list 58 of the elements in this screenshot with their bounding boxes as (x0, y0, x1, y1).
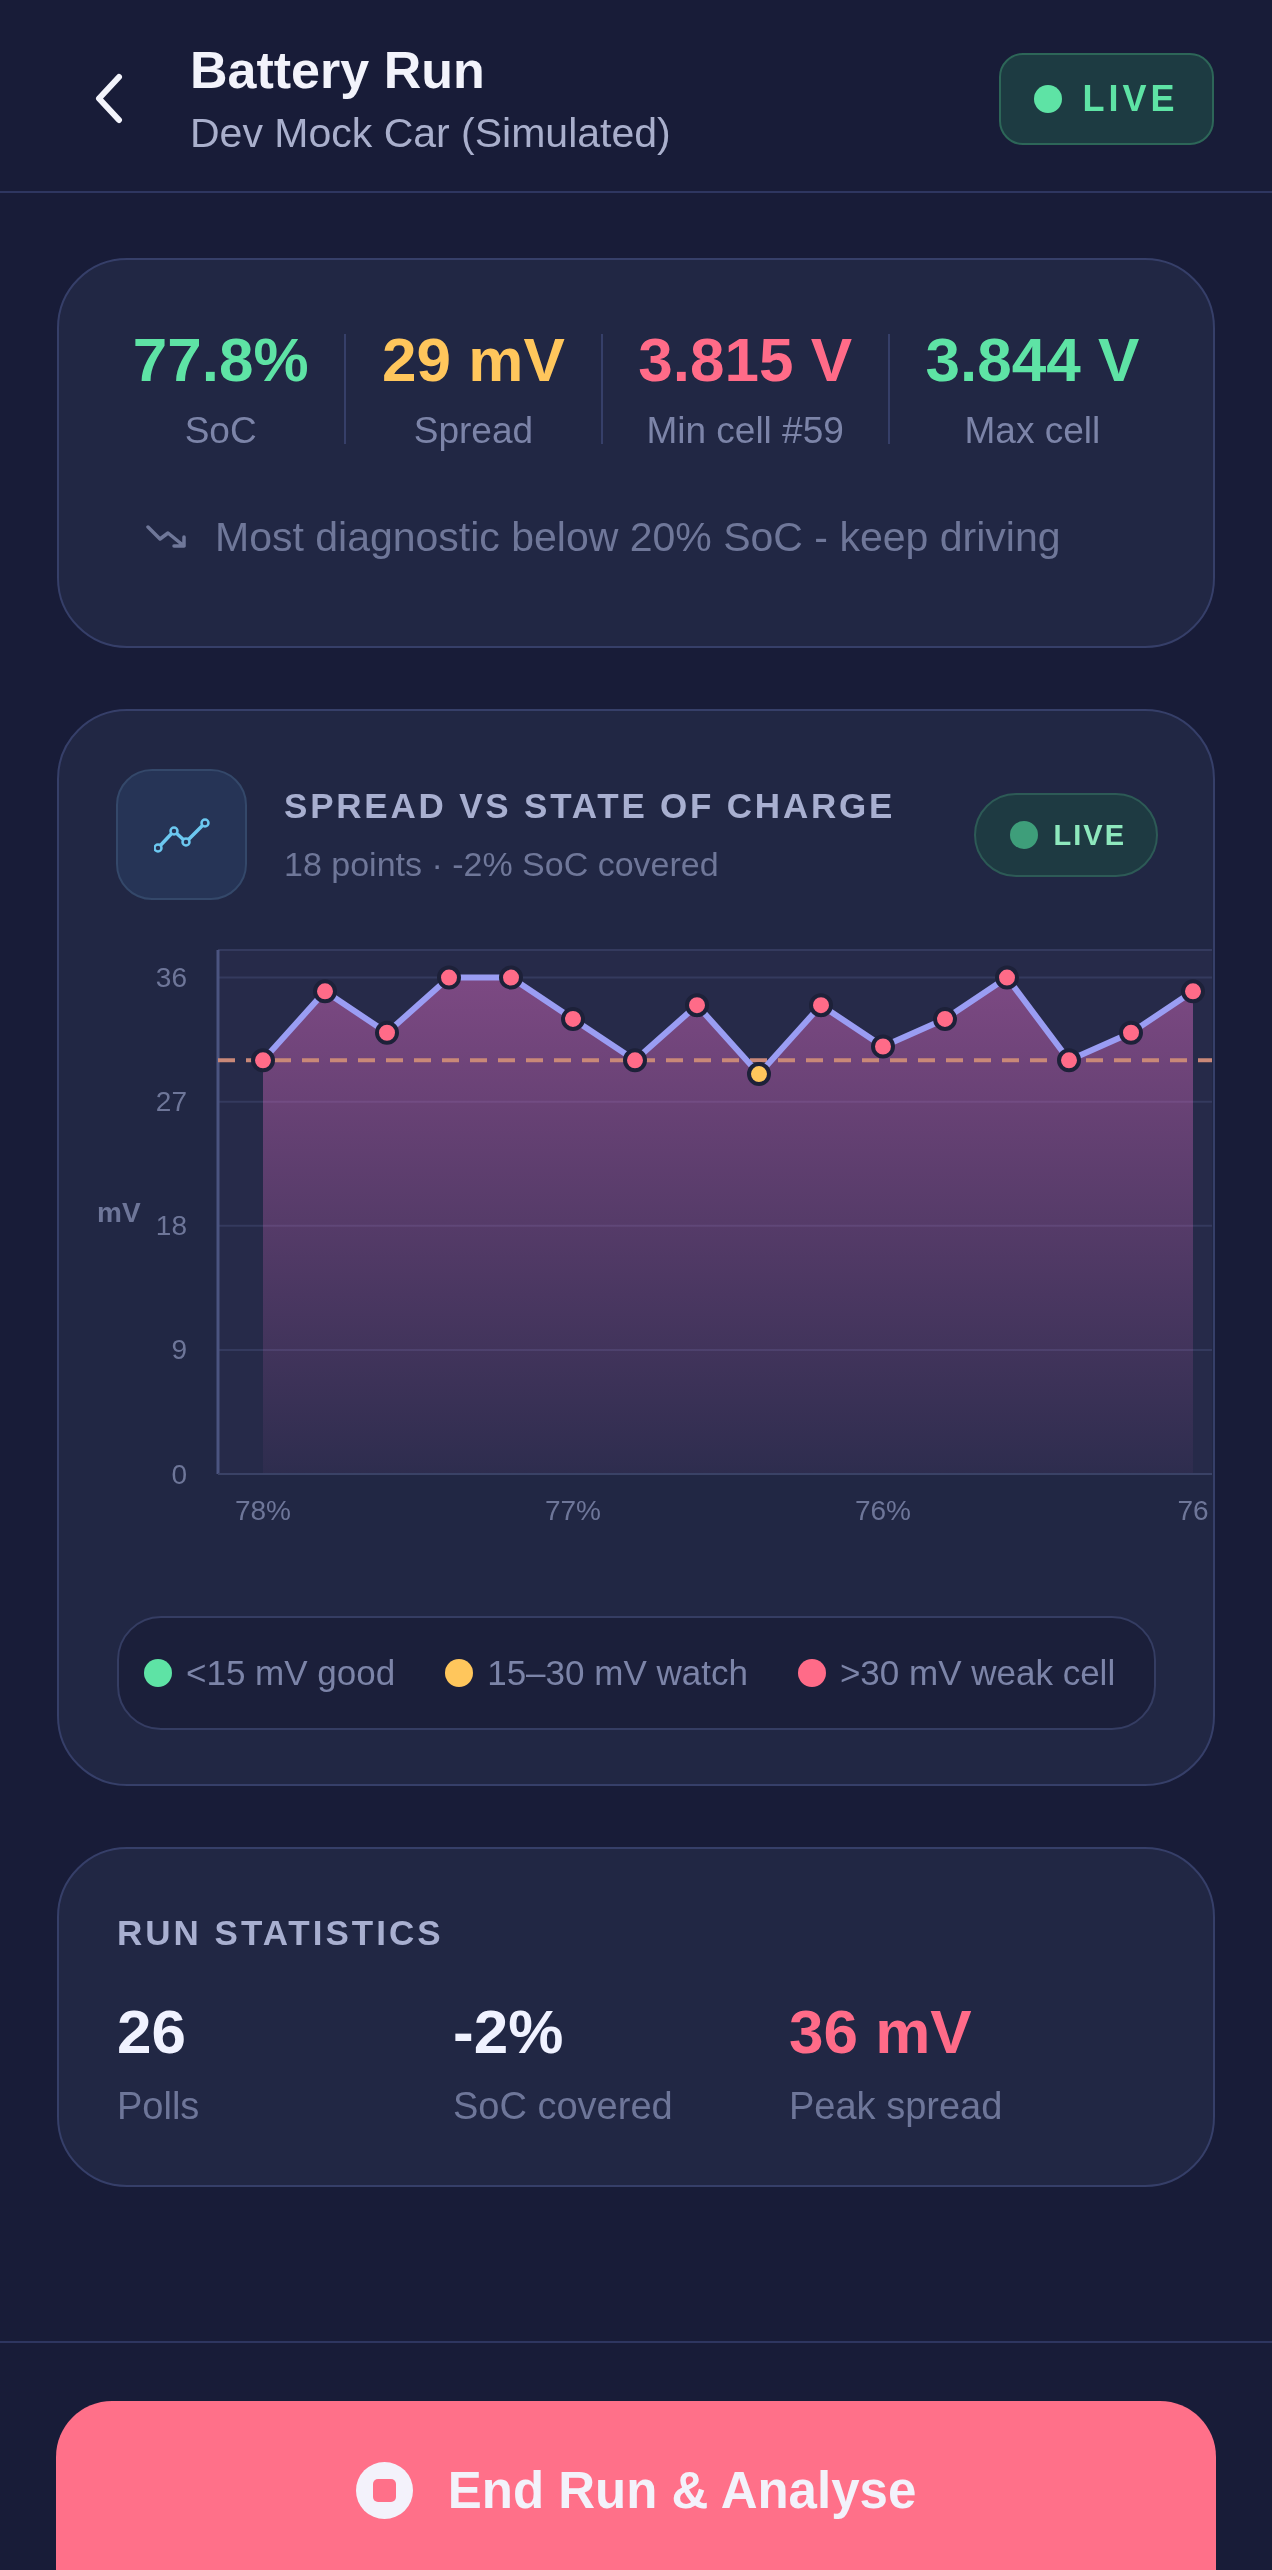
axis-tick-label: 77% (545, 1494, 601, 1526)
axis-tick-label: 0 (171, 1458, 187, 1490)
metric-value: 3.844 V (925, 326, 1140, 394)
metric-value: 77.8% (132, 326, 309, 394)
data-point (313, 979, 337, 1004)
metric-value: 3.815 V (638, 326, 852, 394)
chart-subtitle: 18 points · -2% SoC covered (284, 843, 720, 885)
axis-tick-label: 76% (855, 1494, 911, 1526)
data-point (685, 993, 709, 1018)
status-dot-icon (1009, 820, 1038, 849)
page-title: Battery Run (190, 40, 486, 99)
data-point (933, 1006, 957, 1031)
data-point (747, 1062, 771, 1087)
data-point (871, 1034, 895, 1059)
stop-icon (355, 2461, 413, 2519)
line-chart-icon (116, 769, 247, 900)
data-point (809, 993, 833, 1018)
metric-value: 29 mV (382, 326, 565, 394)
hint-text: Most diagnostic below 20% SoC - keep driving (215, 514, 1061, 560)
data-point (1119, 1020, 1143, 1045)
stat-value: 36 mV (789, 2000, 972, 2064)
end-run-button[interactable]: End Run & Analyse (56, 2401, 1216, 2570)
metric-label: Spread (413, 410, 534, 452)
axis-title: mV (97, 1196, 141, 1228)
metric-label: Max cell (964, 410, 1101, 452)
axis-tick-label: 78% (235, 1494, 291, 1526)
metric-label: SoC (184, 410, 257, 452)
status-dot-icon (1034, 84, 1063, 113)
data-point (1057, 1048, 1081, 1073)
legend-label: <15 mV good (186, 1653, 396, 1693)
data-point (623, 1048, 647, 1073)
chevron-left-icon (93, 73, 123, 124)
data-point (561, 1006, 585, 1031)
legend-label: 15–30 mV watch (487, 1653, 748, 1693)
data-point (375, 1020, 399, 1045)
axis-tick-label: 27 (155, 1086, 187, 1118)
section-title: RUN STATISTICS (117, 1912, 445, 1954)
data-point (251, 1048, 275, 1073)
data-point (499, 965, 523, 990)
axis-tick-label: 76 (1177, 1494, 1209, 1526)
stat-label: SoC covered (453, 2084, 673, 2128)
data-point (437, 965, 461, 990)
legend-label: >30 mV weak cell (839, 1653, 1116, 1693)
stat-label: Peak spread (789, 2084, 1003, 2128)
stat-value: -2% (453, 2000, 564, 2064)
data-point (1181, 979, 1205, 1004)
page-subtitle: Dev Mock Car (Simulated) (190, 108, 672, 157)
back-button[interactable] (93, 73, 123, 124)
data-point (995, 965, 1019, 990)
stat-value: 26 (117, 2000, 186, 2064)
badge-label: LIVE (1053, 817, 1126, 852)
badge-label: LIVE (1082, 78, 1179, 119)
axis-tick-label: 9 (171, 1334, 187, 1366)
metric-label: Min cell #59 (646, 410, 844, 452)
chart-title: SPREAD VS STATE OF CHARGE (284, 784, 897, 827)
stat-label: Polls (117, 2084, 200, 2128)
axis-tick-label: 36 (155, 962, 187, 994)
axis-tick-label: 18 (155, 1210, 187, 1242)
